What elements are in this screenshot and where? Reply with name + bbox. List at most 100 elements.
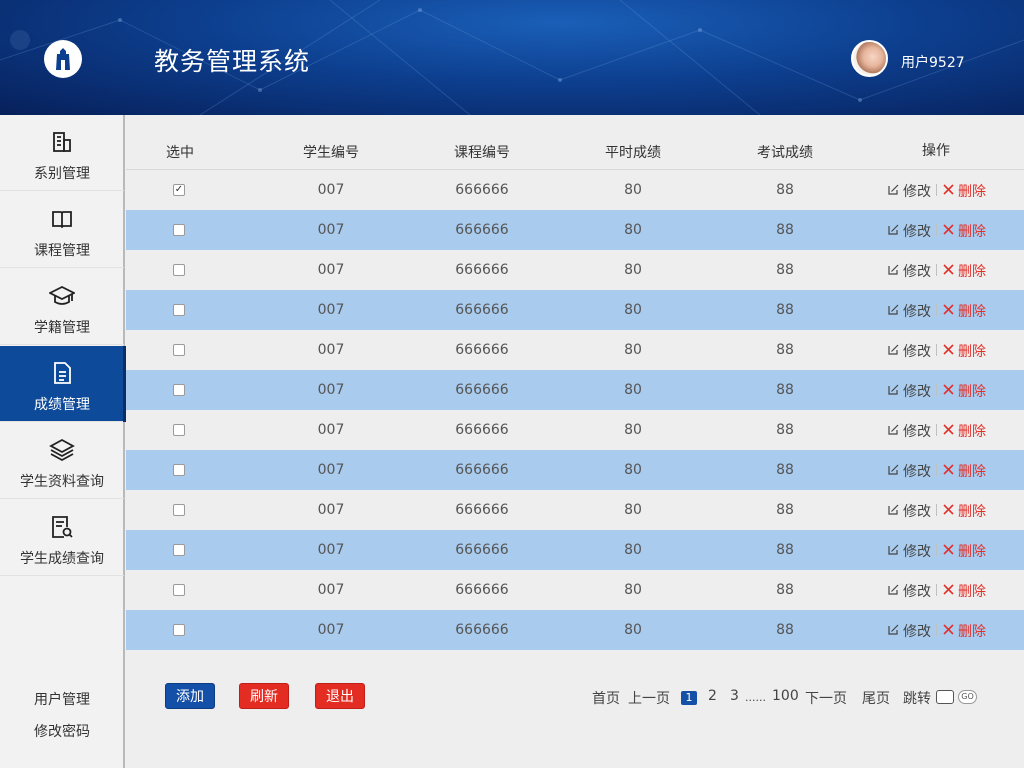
sidebar-item-course[interactable]: 课程管理	[0, 192, 124, 268]
sidebar-item-label: 系别管理	[34, 166, 90, 182]
sidebar-item-student-info[interactable]: 学生资料查询	[0, 423, 124, 499]
delete-label: 删除	[958, 544, 986, 560]
go-button[interactable]: GO	[958, 690, 977, 704]
page-link-2[interactable]: 2	[708, 688, 717, 704]
refresh-button[interactable]: 刷新	[239, 683, 289, 709]
edit-button[interactable]: 修改	[888, 581, 931, 601]
exam-score-cell: 88	[776, 222, 794, 238]
row-checkbox[interactable]	[173, 624, 185, 636]
jump-page-input[interactable]	[936, 690, 954, 704]
edit-button[interactable]: 修改	[888, 421, 931, 441]
username[interactable]: 用户9527	[901, 52, 965, 72]
table-row[interactable]: ✓ 007 666666 80 88 修改 删除	[126, 170, 1024, 210]
delete-button[interactable]: 删除	[943, 381, 986, 401]
row-checkbox[interactable]	[173, 304, 185, 316]
sidebar-item-grade-query[interactable]: 学生成绩查询	[0, 500, 124, 576]
current-page[interactable]: 1	[681, 691, 697, 705]
row-checkbox[interactable]	[173, 344, 185, 356]
delete-button[interactable]: 删除	[943, 421, 986, 441]
edit-button[interactable]: 修改	[888, 301, 931, 321]
exit-button[interactable]: 退出	[315, 683, 365, 709]
table-row[interactable]: 007 666666 80 88 修改 删除	[126, 290, 1024, 330]
action-divider	[936, 544, 937, 556]
delete-button[interactable]: 删除	[943, 181, 986, 201]
delete-label: 删除	[958, 264, 986, 280]
row-checkbox[interactable]	[173, 544, 185, 556]
table-row[interactable]: 007 666666 80 88 修改 删除	[126, 450, 1024, 490]
edit-icon	[888, 503, 903, 519]
delete-label: 删除	[958, 584, 986, 600]
sidebar-item-grades[interactable]: 成绩管理	[0, 346, 126, 422]
row-checkbox[interactable]	[173, 584, 185, 596]
edit-button[interactable]: 修改	[888, 261, 931, 281]
logo-icon	[44, 40, 82, 78]
row-checkbox[interactable]: ✓	[173, 184, 185, 196]
row-checkbox[interactable]	[173, 504, 185, 516]
row-checkbox[interactable]	[173, 424, 185, 436]
close-icon	[943, 303, 958, 319]
table-row[interactable]: 007 666666 80 88 修改 删除	[126, 410, 1024, 450]
usual-score-cell: 80	[624, 422, 642, 438]
close-icon	[943, 343, 958, 359]
edit-label: 修改	[903, 184, 931, 200]
row-checkbox[interactable]	[173, 264, 185, 276]
row-checkbox[interactable]	[173, 384, 185, 396]
delete-button[interactable]: 删除	[943, 581, 986, 601]
edit-button[interactable]: 修改	[888, 501, 931, 521]
table-row[interactable]: 007 666666 80 88 修改 删除	[126, 530, 1024, 570]
column-header: 学生编号	[303, 145, 359, 161]
table-row[interactable]: 007 666666 80 88 修改 删除	[126, 570, 1024, 610]
usual-score-cell: 80	[624, 542, 642, 558]
row-checkbox[interactable]	[173, 224, 185, 236]
delete-button[interactable]: 删除	[943, 621, 986, 641]
table-row[interactable]: 007 666666 80 88 修改 删除	[126, 210, 1024, 250]
edit-label: 修改	[903, 304, 931, 320]
prev-page-link[interactable]: 上一页	[628, 688, 670, 708]
sidebar-item-department[interactable]: 系别管理	[0, 115, 124, 191]
add-button[interactable]: 添加	[165, 683, 215, 709]
close-icon	[943, 463, 958, 479]
delete-label: 删除	[958, 464, 986, 480]
table-row[interactable]: 007 666666 80 88 修改 删除	[126, 490, 1024, 530]
delete-button[interactable]: 删除	[943, 541, 986, 561]
table-row[interactable]: 007 666666 80 88 修改 删除	[126, 250, 1024, 290]
exam-score-cell: 88	[776, 422, 794, 438]
delete-button[interactable]: 删除	[943, 261, 986, 281]
row-checkbox[interactable]	[173, 464, 185, 476]
layers-icon	[49, 437, 75, 463]
student-id-cell: 007	[317, 302, 345, 318]
table-row[interactable]: 007 666666 80 88 修改 删除	[126, 610, 1024, 650]
avatar[interactable]	[851, 40, 888, 77]
student-id-cell: 007	[317, 422, 345, 438]
edit-button[interactable]: 修改	[888, 381, 931, 401]
last-page-link[interactable]: 尾页	[862, 688, 890, 708]
edit-icon	[888, 343, 903, 359]
delete-button[interactable]: 删除	[943, 461, 986, 481]
edit-button[interactable]: 修改	[888, 221, 931, 241]
change-password-link[interactable]: 修改密码	[0, 721, 124, 741]
page-link-100[interactable]: 100	[772, 688, 799, 704]
edit-button[interactable]: 修改	[888, 621, 931, 641]
user-management-link[interactable]: 用户管理	[0, 689, 124, 709]
edit-button[interactable]: 修改	[888, 461, 931, 481]
app-title: 教务管理系统	[154, 47, 311, 76]
table-row[interactable]: 007 666666 80 88 修改 删除	[126, 370, 1024, 410]
delete-button[interactable]: 删除	[943, 501, 986, 521]
edit-button[interactable]: 修改	[888, 181, 931, 201]
page-ellipsis: ......	[745, 691, 766, 704]
delete-button[interactable]: 删除	[943, 221, 986, 241]
edit-button[interactable]: 修改	[888, 341, 931, 361]
sidebar-item-enrollment[interactable]: 学籍管理	[0, 269, 124, 345]
edit-button[interactable]: 修改	[888, 541, 931, 561]
delete-button[interactable]: 删除	[943, 301, 986, 321]
student-id-cell: 007	[317, 462, 345, 478]
next-page-link[interactable]: 下一页	[805, 688, 847, 708]
document-search-icon	[50, 514, 74, 540]
table-row[interactable]: 007 666666 80 88 修改 删除	[126, 330, 1024, 370]
usual-score-cell: 80	[624, 622, 642, 638]
page-link-3[interactable]: 3	[730, 688, 739, 704]
delete-button[interactable]: 删除	[943, 341, 986, 361]
close-icon	[943, 623, 958, 639]
first-page-link[interactable]: 首页	[592, 688, 620, 708]
course-id-cell: 666666	[455, 622, 509, 638]
